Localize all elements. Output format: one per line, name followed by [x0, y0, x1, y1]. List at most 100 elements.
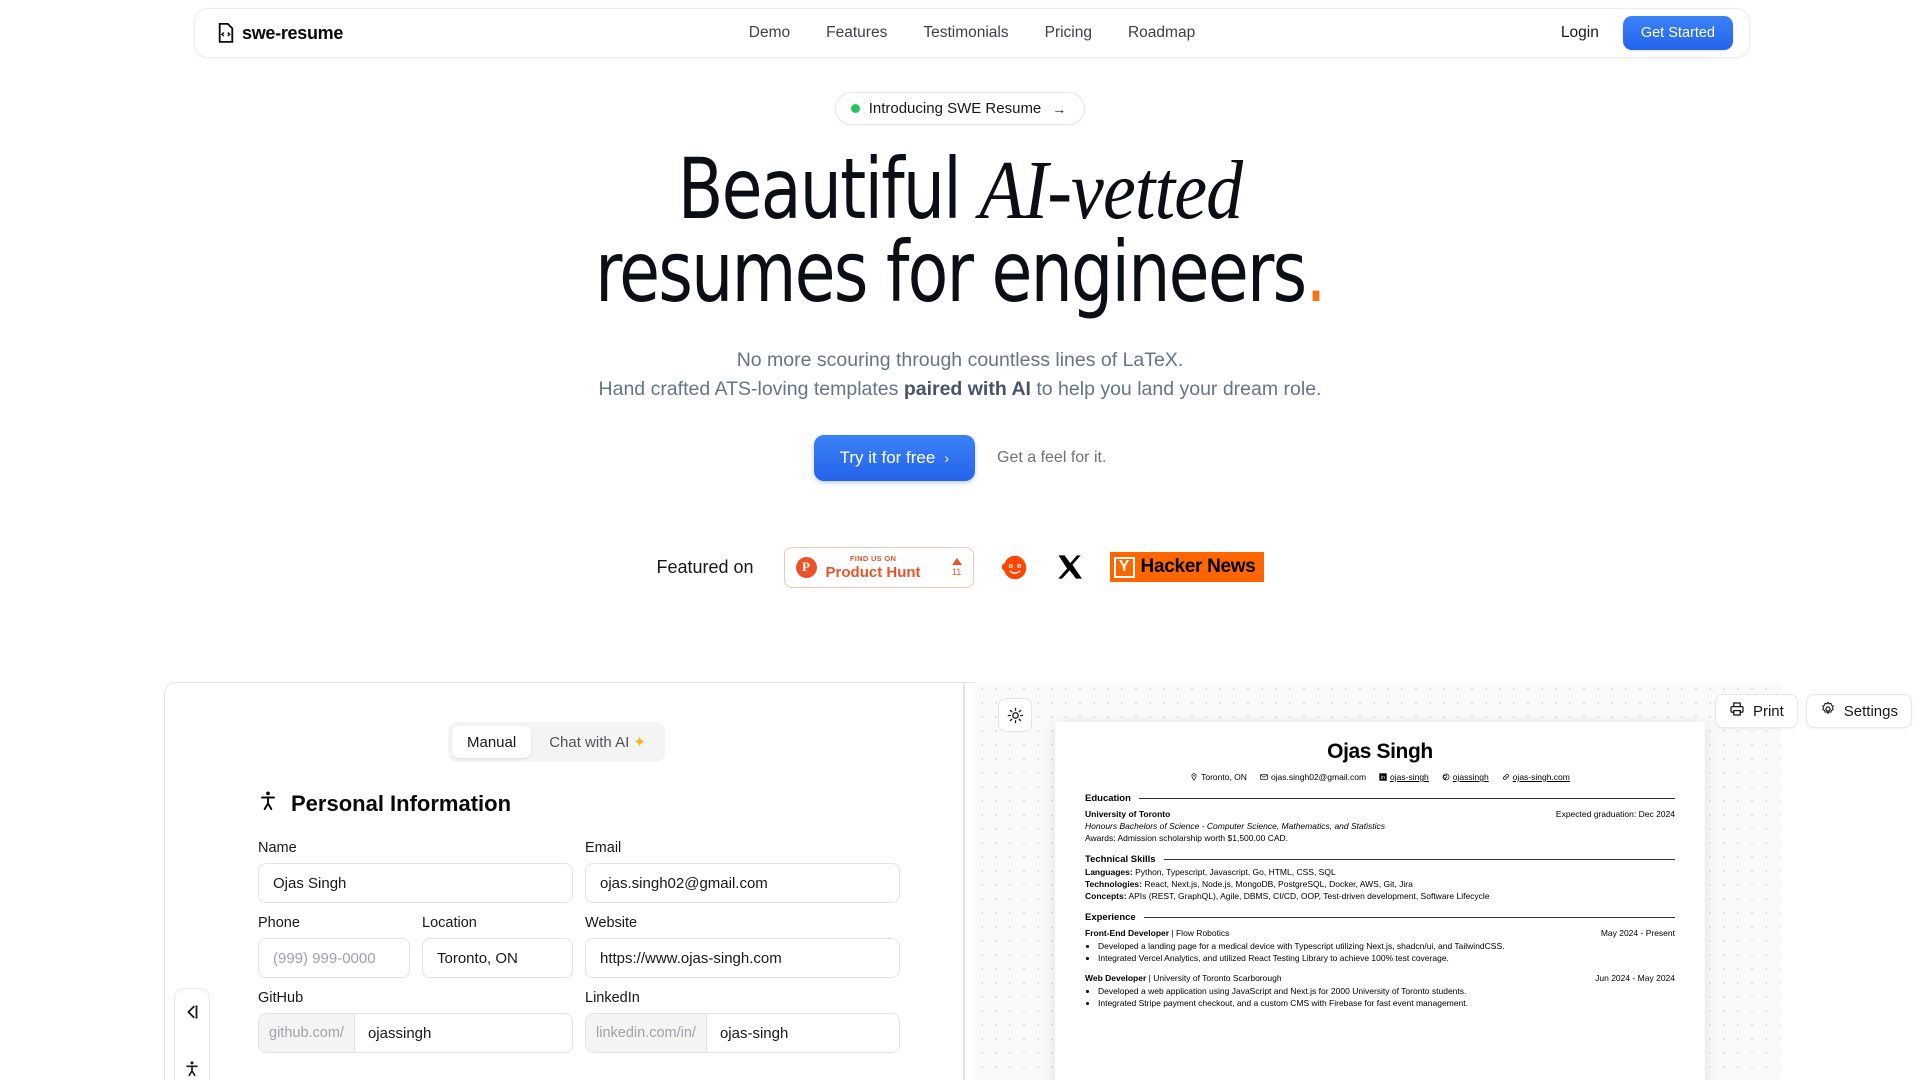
field-group-github: GitHub github.com/ ojassingh	[258, 990, 573, 1053]
skills-languages-label: Languages:	[1085, 867, 1133, 877]
accessibility-icon[interactable]	[183, 1060, 201, 1080]
envelope-icon	[1260, 774, 1268, 780]
skills-languages-value: Python, Typescript, Javascript, Go, HTML…	[1132, 867, 1336, 877]
name-input[interactable]: Ojas Singh	[258, 863, 573, 903]
name-label: Name	[258, 840, 297, 856]
cta-row: Try it for free › Get a feel for it.	[0, 434, 1920, 481]
list-item: Integrated Stripe payment checkout, and …	[1098, 997, 1675, 1009]
github-input[interactable]: github.com/ ojassingh	[258, 1013, 573, 1053]
subtitle-line-2a: Hand crafted ATS-loving templates	[598, 377, 904, 400]
tab-chat-with-ai[interactable]: Chat with AI ✦	[534, 726, 661, 758]
contact-location-text: Toronto, ON	[1201, 772, 1247, 782]
phone-input[interactable]: (999) 999-0000	[258, 938, 410, 978]
settings-button[interactable]: Settings	[1805, 694, 1912, 728]
x-twitter-icon[interactable]	[1056, 553, 1084, 581]
brand-logo[interactable]: swe-resume	[217, 23, 343, 44]
skills-technologies: Technologies: React, Next.js, Node.js, M…	[1085, 879, 1675, 889]
sparkles-icon: ✦	[633, 734, 646, 751]
linkedin-label: LinkedIn	[585, 990, 640, 1006]
product-hunt-badge[interactable]: P FIND US ON Product Hunt 11	[783, 546, 974, 588]
skills-concepts: Concepts: APIs (REST, GraphQL), Agile, D…	[1085, 891, 1675, 901]
nav-item-demo[interactable]: Demo	[749, 24, 790, 42]
hacker-news-label: Hacker News	[1140, 556, 1256, 578]
contact-website[interactable]: ojas-singh.com	[1502, 772, 1570, 782]
field-group-phone: Phone (999) 999-0000	[258, 915, 410, 978]
subtitle-bold: paired with AI	[903, 377, 1031, 400]
github-icon	[1442, 773, 1450, 781]
section-rule	[1163, 859, 1675, 860]
navbar-actions: Login Get Started	[1561, 16, 1733, 50]
form-row-1: Name Ojas Singh Email ojas.singh02@gmail…	[258, 840, 900, 903]
form-section-title-text: Personal Information	[291, 791, 512, 816]
tab-manual[interactable]: Manual	[452, 726, 532, 758]
resume-name: Ojas Singh	[1327, 740, 1433, 763]
skills-technologies-label: Technologies:	[1085, 879, 1142, 889]
person-icon	[258, 790, 278, 818]
nav-item-testimonials[interactable]: Testimonials	[923, 24, 1008, 42]
theme-toggle-button[interactable]	[998, 698, 1032, 732]
experience-bullets: Developed a landing page for a medical d…	[1098, 940, 1675, 965]
experience-title: Web Developer	[1085, 972, 1147, 983]
chevron-right-icon: ›	[944, 449, 949, 466]
try-it-free-button[interactable]: Try it for free ›	[813, 434, 975, 481]
website-input[interactable]: https://www.ojas-singh.com	[585, 938, 900, 978]
experience-date: Jun 2024 - May 2024	[1595, 972, 1675, 983]
get-started-button[interactable]: Get Started	[1622, 16, 1733, 50]
github-label: GitHub	[258, 990, 304, 1006]
contact-github[interactable]: ojassingh	[1442, 772, 1489, 782]
field-group-linkedin: LinkedIn linkedin.com/in/ ojas-singh	[585, 990, 900, 1053]
education-awards: Awards: Admission scholarship worth $1,5…	[1085, 833, 1288, 843]
section-rule	[1138, 798, 1675, 799]
try-it-free-label: Try it for free	[839, 447, 936, 467]
email-input[interactable]: ojas.singh02@gmail.com	[585, 863, 900, 903]
status-dot-icon	[850, 104, 860, 113]
skills-technologies-value: React, Next.js, Node.js, MongoDB, Postgr…	[1142, 879, 1413, 889]
arrow-right-icon: →	[1052, 100, 1067, 117]
resume-contacts: Toronto, ON ojas.singh02@gmail.com in oj…	[1085, 772, 1675, 782]
login-link[interactable]: Login	[1561, 24, 1599, 42]
nav-item-features[interactable]: Features	[826, 24, 887, 42]
field-group-location: Location Toronto, ON	[422, 915, 573, 978]
location-pin-icon	[1191, 773, 1197, 781]
email-label: Email	[585, 840, 622, 856]
linkedin-input[interactable]: linkedin.com/in/ ojas-singh	[585, 1013, 900, 1053]
experience-title-company: Front-End Developer | Flow Robotics	[1085, 928, 1229, 938]
settings-label: Settings	[1843, 702, 1898, 720]
headline-line2: resumes for engineers	[595, 222, 1307, 321]
personal-information-form: Name Ojas Singh Email ojas.singh02@gmail…	[258, 840, 900, 1065]
tab-chat-with-ai-label: Chat with AI	[549, 734, 630, 751]
form-row-2: Phone (999) 999-0000 Location Toronto, O…	[258, 915, 900, 978]
file-code-icon	[217, 23, 235, 43]
location-input[interactable]: Toronto, ON	[422, 938, 573, 978]
list-item: Integrated Vercel Analytics, and utilize…	[1098, 952, 1675, 964]
print-button[interactable]: Print	[1714, 694, 1798, 728]
svg-text:in: in	[1381, 775, 1385, 781]
featured-on-row: Featured on P FIND US ON Product Hunt 11	[0, 546, 1920, 588]
education-date: Expected graduation: Dec 2024	[1555, 809, 1675, 819]
hacker-news-badge[interactable]: Y Hacker News	[1109, 552, 1264, 583]
nav-item-roadmap[interactable]: Roadmap	[1128, 24, 1195, 42]
panel-resize-handle[interactable]	[963, 682, 965, 1080]
navbar: swe-resume Demo Features Testimonials Pr…	[194, 8, 1750, 58]
announcement-badge[interactable]: Introducing SWE Resume →	[834, 92, 1086, 125]
linkedin-value: ojas-singh	[706, 1014, 802, 1052]
contact-location: Toronto, ON	[1190, 772, 1247, 782]
contact-linkedin-text: ojas-singh	[1390, 772, 1429, 782]
section-rule	[1143, 917, 1675, 918]
education-heading: Education	[1085, 793, 1131, 804]
announcement-text: Introducing SWE Resume	[868, 100, 1042, 117]
skills-heading: Technical Skills	[1085, 854, 1156, 865]
reddit-icon[interactable]	[1000, 552, 1030, 582]
gear-icon	[1820, 701, 1836, 721]
triangle-up-icon	[951, 557, 962, 565]
location-label: Location	[422, 915, 477, 931]
linkedin-icon: in	[1379, 773, 1387, 781]
experience-title: Front-End Developer	[1085, 928, 1170, 938]
subtitle-line-1: No more scouring through countless lines…	[736, 349, 1184, 372]
collapse-panel-icon[interactable]	[183, 1003, 201, 1026]
experience-company: | Flow Robotics	[1169, 928, 1230, 938]
contact-linkedin[interactable]: in ojas-singh	[1379, 772, 1429, 782]
skills-concepts-label: Concepts:	[1085, 891, 1127, 901]
nav-item-pricing[interactable]: Pricing	[1045, 24, 1092, 42]
upvote-count: 11	[951, 566, 962, 577]
